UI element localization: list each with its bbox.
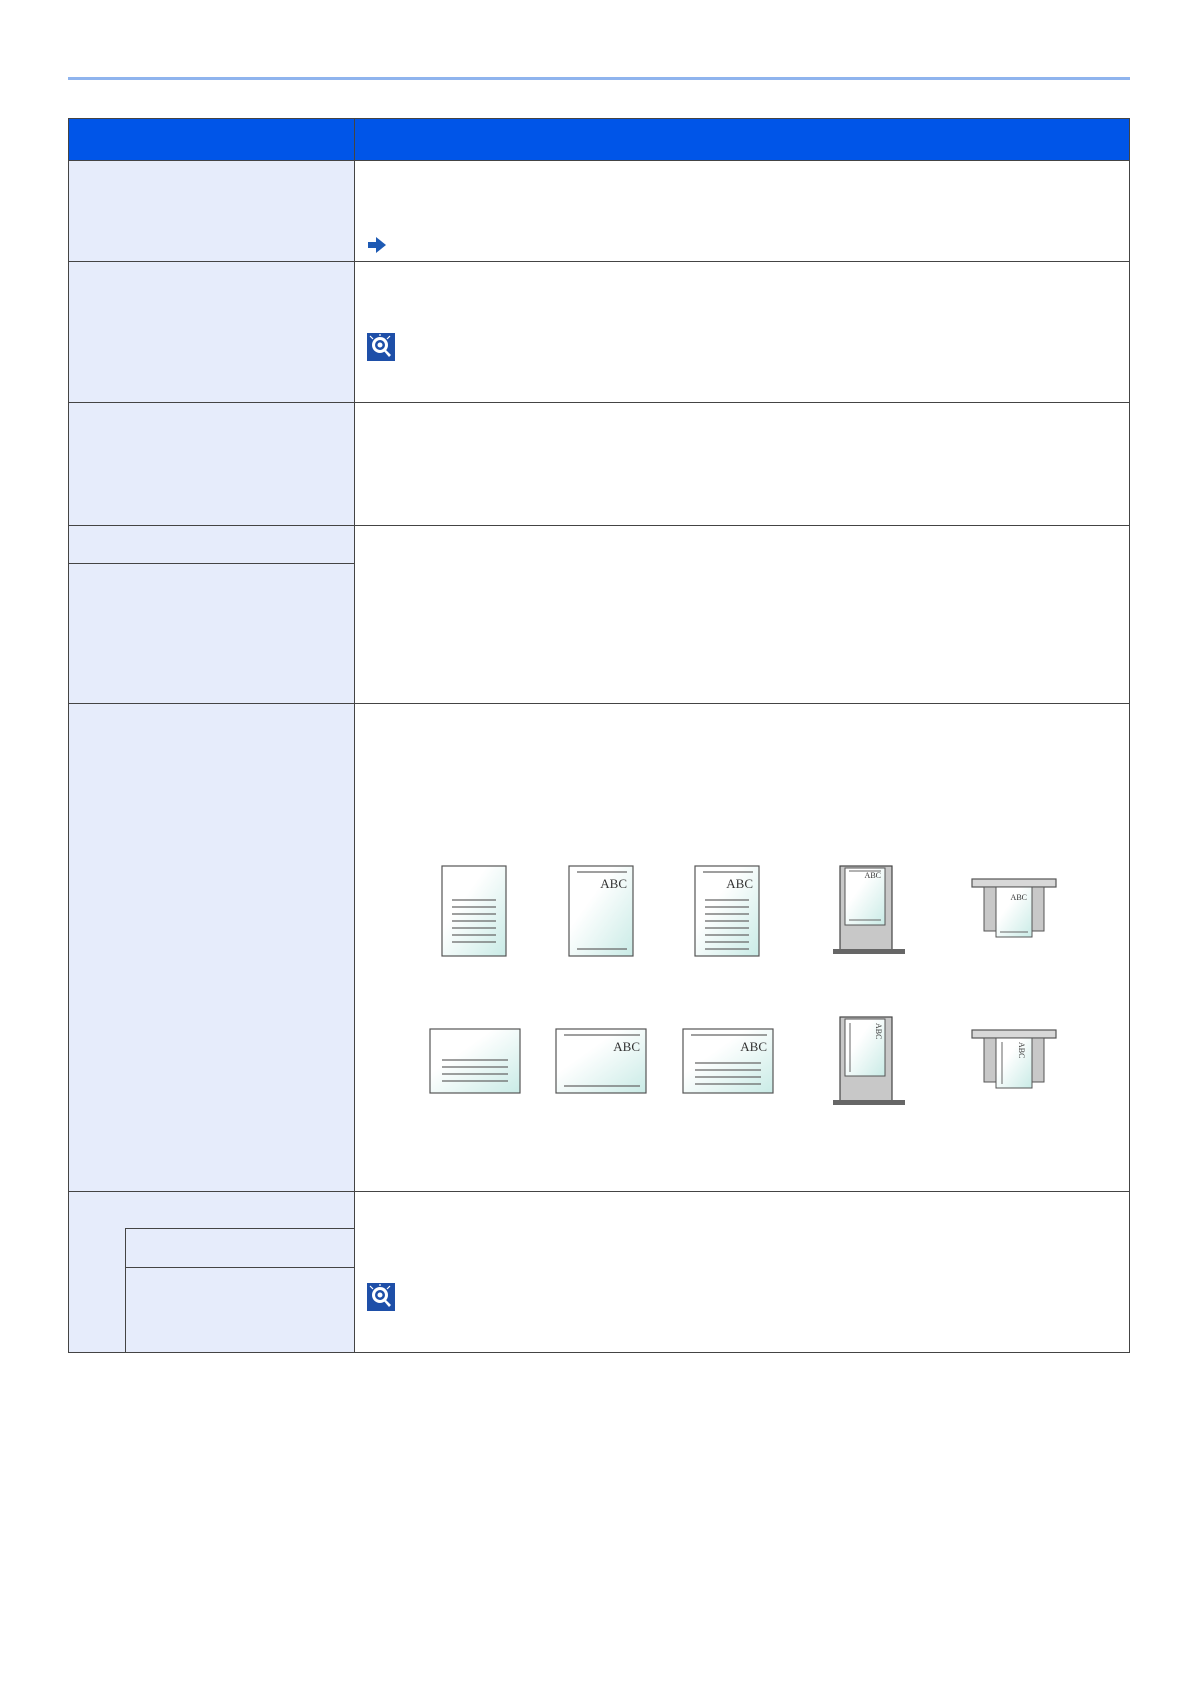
table-row	[69, 261, 1129, 402]
sample-text: ABC	[1017, 1042, 1026, 1058]
header-item-cell	[69, 119, 355, 160]
portrait-heading-text-page: ABC	[694, 865, 760, 957]
item-label-cell	[69, 161, 355, 261]
sub-item-column	[125, 1228, 355, 1352]
sample-text: ABC	[613, 1039, 640, 1054]
portrait-heading-page: ABC	[568, 865, 634, 957]
landscape-text-page	[429, 1028, 521, 1094]
item-label-cell	[69, 526, 355, 703]
table-row	[69, 402, 1129, 525]
sub-item-divider	[126, 1267, 355, 1268]
portrait-text-page	[441, 865, 507, 957]
description-cell: ABC ABC ABC ABC ABC ABC ABC ABC	[355, 704, 1129, 1191]
landscape-heading-text-page: ABC	[682, 1028, 774, 1094]
sample-text: ABC	[726, 876, 753, 891]
item-label-cell	[69, 262, 355, 402]
sample-text: ABC	[600, 876, 627, 891]
sample-text: ABC	[874, 1023, 883, 1039]
table-row: ABC ABC ABC ABC ABC ABC ABC ABC	[69, 703, 1129, 1191]
right-arrow-icon	[368, 237, 386, 253]
item-label-cell	[69, 704, 355, 1191]
table-row	[69, 1191, 1129, 1352]
description-cell	[355, 403, 1129, 525]
portrait-original-in-feeder: ABC	[971, 878, 1057, 938]
item-label-cell	[69, 1192, 355, 1352]
header-description-cell	[355, 119, 1129, 160]
description-cell	[355, 161, 1129, 286]
sample-text: ABC	[865, 871, 881, 880]
landscape-original-in-tray: ABC	[833, 1016, 905, 1105]
settings-table: ABC ABC ABC ABC ABC ABC ABC ABC	[68, 118, 1130, 1353]
orientation-figure: ABC ABC ABC ABC ABC ABC ABC ABC	[429, 865, 1057, 1105]
lightbulb-note-icon	[367, 333, 395, 361]
portrait-original-in-tray: ABC	[833, 865, 905, 954]
table-row	[69, 160, 1129, 286]
lightbulb-note-icon	[367, 1283, 395, 1311]
landscape-original-in-feeder: ABC	[971, 1029, 1057, 1089]
item-label-cell	[69, 403, 355, 525]
table-row	[69, 525, 1129, 703]
description-cell	[355, 526, 1129, 703]
header-rule	[68, 77, 1130, 80]
landscape-heading-page: ABC	[555, 1028, 647, 1094]
sample-text: ABC	[740, 1039, 767, 1054]
description-cell	[355, 1192, 1129, 1352]
label-divider	[69, 563, 354, 564]
description-cell	[355, 262, 1129, 402]
table-header-row	[69, 119, 1129, 160]
sample-text: ABC	[1011, 893, 1027, 902]
